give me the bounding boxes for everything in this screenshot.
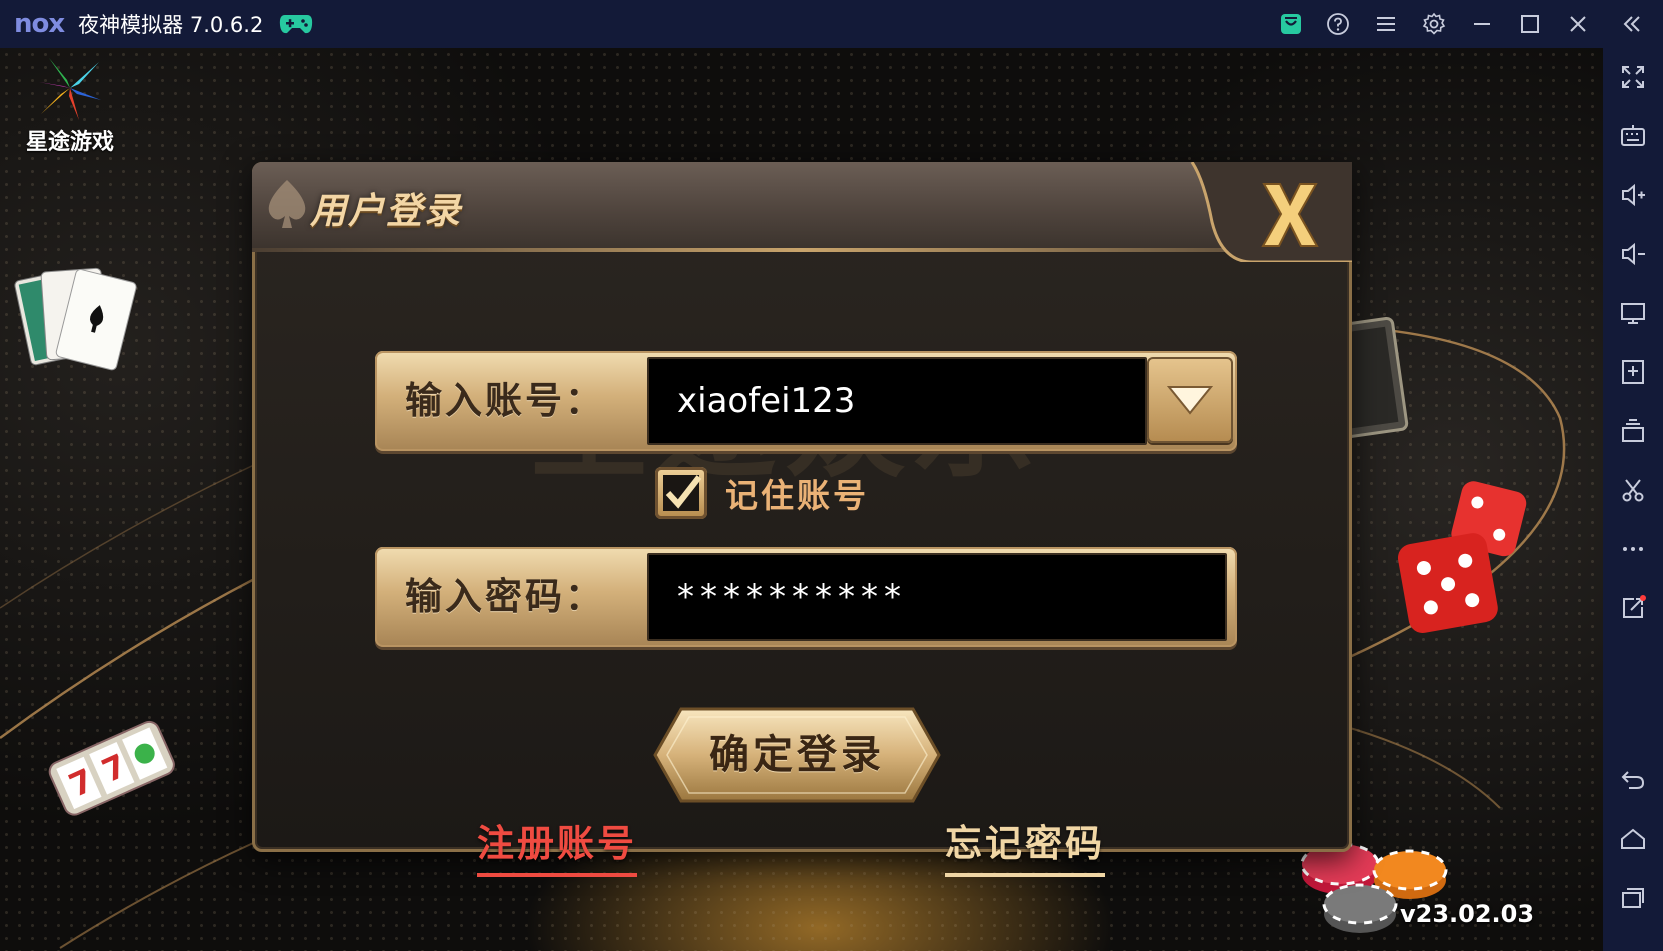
emulator-window: nox 夜神模拟器 7.0.6.2 星途游戏 7 7 v23.02.03 用户登… xyxy=(0,0,1663,951)
more-icon[interactable] xyxy=(1616,532,1650,566)
recent-apps-icon[interactable] xyxy=(1616,881,1650,915)
close-x-icon xyxy=(1190,161,1352,264)
window-title: 夜神模拟器 7.0.6.2 xyxy=(78,13,264,37)
screenshot-scissors-icon[interactable] xyxy=(1616,473,1650,507)
game-brand-text: 星途游戏 xyxy=(25,130,114,155)
password-field-row: 输入密码： ********** xyxy=(375,547,1237,647)
account-input[interactable]: xiaofei123 xyxy=(647,357,1147,445)
account-field-row: 输入账号： xiaofei123 xyxy=(375,351,1237,451)
login-dialog: 星途娱乐 用户登录 输入账号： xiaofei123 xyxy=(252,161,1352,877)
close-icon[interactable] xyxy=(1562,8,1594,40)
menu-icon[interactable] xyxy=(1370,8,1402,40)
fullscreen-icon[interactable] xyxy=(1616,60,1650,94)
share-icon[interactable] xyxy=(1616,591,1650,625)
account-dropdown-button[interactable] xyxy=(1147,357,1233,443)
login-button[interactable]: 确定登录 xyxy=(653,705,941,805)
forgot-password-link[interactable]: 忘记密码 xyxy=(945,813,1105,877)
multi-instance-icon[interactable] xyxy=(1616,414,1650,448)
version-label: v23.02.03 xyxy=(1400,900,1535,928)
game-viewport: 星途游戏 7 7 v23.02.03 用户登录 输入账号： xiaofei123… xyxy=(0,48,1603,951)
register-account-link[interactable]: 注册账号 xyxy=(477,813,637,877)
gamepad-icon[interactable] xyxy=(279,13,313,35)
title-bar: nox 夜神模拟器 7.0.6.2 xyxy=(0,0,1663,48)
dice-icon xyxy=(1397,481,1527,634)
store-icon[interactable] xyxy=(1275,8,1307,40)
slot-reels-icon: 7 7 xyxy=(48,720,175,816)
checkmark-icon xyxy=(663,475,702,511)
settings-icon[interactable] xyxy=(1418,8,1450,40)
account-label: 输入账号： xyxy=(405,379,605,422)
dialog-close-button[interactable] xyxy=(1182,161,1352,264)
volume-up-icon[interactable] xyxy=(1616,178,1650,212)
volume-down-icon[interactable] xyxy=(1616,237,1650,271)
star-logo-icon xyxy=(39,58,101,120)
remember-account-checkbox[interactable]: 记住账号 xyxy=(655,463,869,523)
apk-install-icon[interactable] xyxy=(1616,355,1650,389)
right-toolbar xyxy=(1603,48,1663,951)
password-label: 输入密码： xyxy=(405,575,605,618)
spade-icon xyxy=(268,180,306,228)
playing-cards-icon xyxy=(14,267,137,371)
remember-account-label: 记住账号 xyxy=(725,476,869,515)
minimize-icon[interactable] xyxy=(1466,8,1498,40)
checkbox-box[interactable] xyxy=(655,467,707,519)
back-icon[interactable] xyxy=(1616,763,1650,797)
login-button-label: 确定登录 xyxy=(709,732,885,778)
maximize-icon[interactable] xyxy=(1514,8,1546,40)
chevron-down-icon xyxy=(1166,386,1214,415)
keyboard-icon[interactable] xyxy=(1616,119,1650,153)
dialog-title: 用户登录 xyxy=(310,191,463,232)
collapse-sidebar-icon[interactable] xyxy=(1616,8,1648,40)
nox-logo: nox xyxy=(14,9,65,39)
screen-icon[interactable] xyxy=(1616,296,1650,330)
game-logo: 星途游戏 xyxy=(18,56,122,156)
home-icon[interactable] xyxy=(1616,822,1650,856)
password-input[interactable]: ********** xyxy=(647,553,1227,641)
help-icon[interactable] xyxy=(1322,8,1354,40)
